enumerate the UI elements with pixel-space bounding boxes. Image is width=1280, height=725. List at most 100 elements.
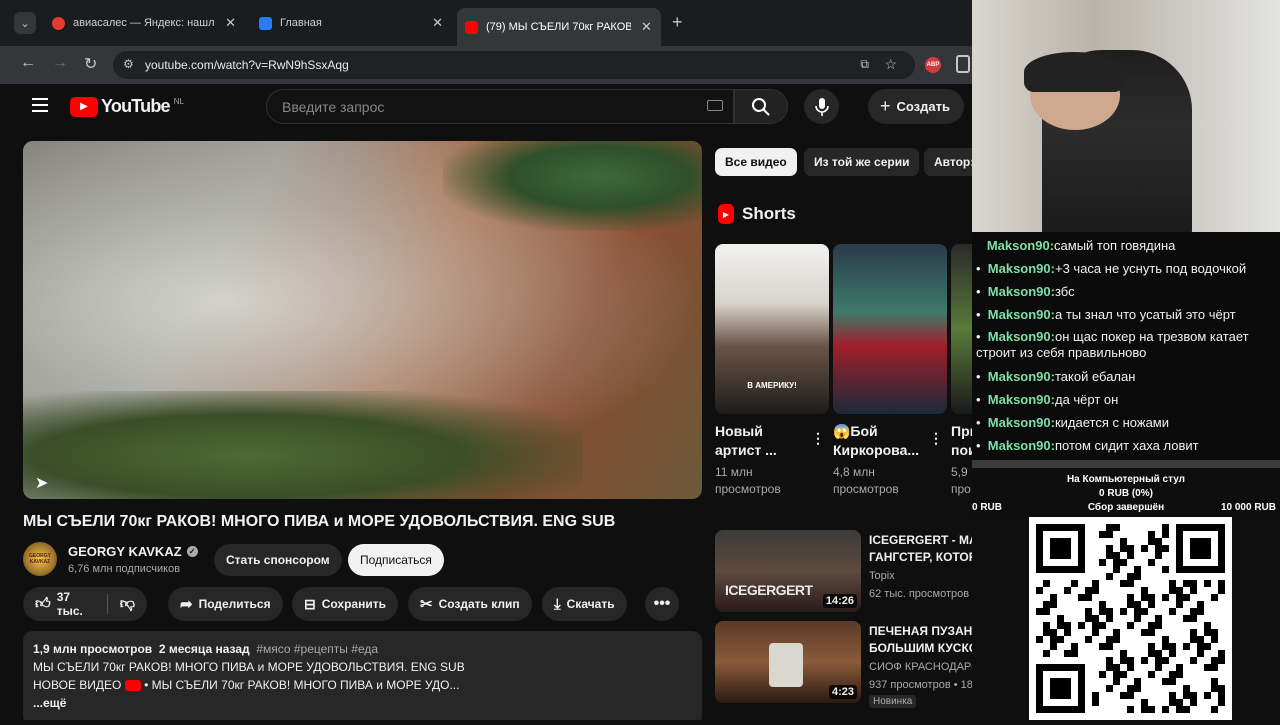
- channel-name-row[interactable]: GEORGY KAVKAZ ✓: [68, 544, 198, 559]
- reload-icon[interactable]: ↻: [84, 54, 97, 74]
- save-button[interactable]: ⊟ Сохранить: [292, 587, 398, 621]
- hashtags[interactable]: #мясо #рецепты #еда: [256, 642, 378, 656]
- close-tab-icon[interactable]: ✕: [432, 15, 443, 31]
- tab-search-chevron-icon[interactable]: ⌄: [14, 12, 36, 34]
- short-views-count: 11 млн: [715, 465, 753, 479]
- search-icon: [752, 97, 770, 116]
- video-duration: 14:26: [822, 594, 857, 608]
- more-actions-button[interactable]: •••: [645, 587, 679, 621]
- show-more-link[interactable]: ...ещё: [33, 694, 692, 712]
- create-button[interactable]: + Создать: [868, 89, 964, 124]
- address-bar[interactable]: ⚙ youtube.com/watch?v=RwN9hSsxAqg ⧉ ☆: [113, 51, 915, 79]
- chat-text: такой ебалан: [1054, 369, 1136, 384]
- upload-date: 2 месяца назад: [158, 642, 250, 656]
- voice-search-button[interactable]: [804, 89, 839, 124]
- short-views-unit: просмотров: [715, 482, 781, 496]
- chat-message: Makson90:самый топ говядина: [976, 234, 1276, 257]
- chip-all-videos[interactable]: Все видео: [715, 148, 797, 176]
- extensions-icon[interactable]: [956, 55, 970, 73]
- donation-current: 0 RUB (0%): [1099, 488, 1153, 499]
- chat-text: самый топ говядина: [1054, 238, 1176, 253]
- chat-message: • Makson90:збс: [976, 284, 1075, 299]
- adblock-extension-icon[interactable]: ABP: [925, 57, 941, 73]
- recommended-video[interactable]: ICEGERGERT 14:26 ICEGERGERT - МАЛ ГАНГСТ…: [715, 530, 972, 612]
- close-tab-icon[interactable]: ✕: [225, 15, 236, 31]
- tab-youtube-active[interactable]: (79) МЫ СЪЕЛИ 70кг РАКОВ! М ✕: [457, 8, 661, 46]
- chip-author[interactable]: Автор:: [924, 148, 972, 176]
- short-thumbnail[interactable]: [951, 244, 972, 414]
- divider: [106, 594, 108, 614]
- shorts-logo-icon: ▶: [718, 204, 734, 224]
- browser-tab-bar: ⌄ авиасалес — Яндекс: нашлось ✕ Главная …: [0, 0, 972, 46]
- menu-hamburger-icon[interactable]: [32, 98, 48, 112]
- short-more-icon[interactable]: ⋮: [811, 430, 825, 447]
- video-channel[interactable]: СИОФ КРАСНОДАРСК: [869, 661, 972, 673]
- donation-qr-code: [1029, 517, 1232, 720]
- region-code: NL: [173, 97, 184, 106]
- youtube-mini-icon: [124, 680, 141, 692]
- avatar-text: GEORGY KAVKAZ: [29, 553, 51, 565]
- bookmark-icon: ⊟: [304, 595, 316, 612]
- chat-username: Makson90:: [987, 392, 1055, 407]
- chip-same-series[interactable]: Из той же серии: [804, 148, 920, 176]
- chat-message: • Makson90:а ты знал что усатый это чёрт: [976, 307, 1236, 322]
- thumbnail-text: ICEGERGERT: [725, 582, 813, 598]
- bookmark-star-icon[interactable]: ☆: [884, 56, 897, 73]
- tab-aviasales[interactable]: авиасалес — Яндекс: нашлось ✕: [44, 8, 244, 38]
- youtube-wordmark: YouTube: [101, 96, 171, 116]
- install-app-icon[interactable]: ⧉: [860, 57, 869, 72]
- clip-button[interactable]: ✂ Создать клип: [408, 587, 532, 621]
- tab-title: авиасалес — Яндекс: нашлось: [73, 17, 215, 29]
- video-meta: 62 тыс. просмотров • 5: [869, 588, 972, 600]
- video-meta: 937 просмотров • 18: [869, 679, 972, 691]
- short-card[interactable]: При пои 5,9 про: [951, 244, 972, 498]
- short-card[interactable]: В АМЕРИКУ! Новый артист ... 11 млн просмот…: [715, 244, 829, 498]
- tab-home[interactable]: Главная ✕: [251, 8, 451, 38]
- recommended-video[interactable]: 4:23 ПЕЧЕНАЯ ПУЗАНИ БОЛЬШИМ КУСКО СИОФ К…: [715, 621, 972, 708]
- youtube-favicon-icon: [465, 20, 478, 34]
- close-tab-icon[interactable]: ✕: [641, 19, 652, 35]
- youtube-logo[interactable]: ▶ YouTube NL: [70, 96, 184, 117]
- short-more-icon[interactable]: ⋮: [929, 430, 943, 447]
- chat-message: • Makson90:кидается с ножами: [976, 415, 1170, 430]
- tab-title: (79) МЫ СЪЕЛИ 70кг РАКОВ! М: [486, 21, 631, 33]
- description-link-text[interactable]: • МЫ СЪЕЛИ 70кг РАКОВ! МНОГО ПИВА и МОРЕ…: [144, 678, 459, 692]
- like-thumb-icon[interactable]: 👍︎: [35, 595, 51, 613]
- new-badge: Новинка: [869, 695, 917, 708]
- site-info-icon[interactable]: ⚙: [123, 57, 134, 71]
- video-description[interactable]: 1,9 млн просмотров 2 месяца назад #мясо …: [23, 631, 702, 720]
- chip-label: Автор:: [934, 155, 972, 169]
- chat-text: збс: [1054, 284, 1075, 299]
- short-card[interactable]: 😱Бой Киркорова... 4,8 млн просмотров ⋮: [833, 244, 947, 498]
- search-input[interactable]: Введите запрос: [266, 89, 734, 124]
- like-count[interactable]: 37 тыс.: [57, 590, 95, 618]
- scissors-icon: ✂: [420, 596, 433, 613]
- chat-text: потом сидит хаха ловит: [1054, 438, 1199, 453]
- chat-username: Makson90:: [987, 415, 1055, 430]
- short-thumbnail[interactable]: [833, 244, 947, 414]
- clip-label: Создать клип: [438, 597, 520, 611]
- short-views: 4,8 млн просмотров: [833, 464, 947, 498]
- subscribe-button[interactable]: Подписаться: [348, 544, 444, 576]
- channel-avatar[interactable]: GEORGY KAVKAZ: [23, 542, 57, 576]
- forward-icon[interactable]: →: [52, 54, 68, 72]
- search-button[interactable]: [734, 89, 788, 124]
- video-channel[interactable]: Topix: [869, 570, 895, 582]
- sponsor-button[interactable]: Стать спонсором: [214, 544, 342, 576]
- search-placeholder: Введите запрос: [282, 98, 385, 115]
- new-tab-icon[interactable]: +: [672, 12, 683, 33]
- channel-name[interactable]: GEORGY KAVKAZ: [68, 544, 182, 559]
- keyboard-icon[interactable]: [707, 100, 723, 111]
- donation-title: На Компьютерный стул: [1066, 474, 1186, 485]
- like-dislike-group: 👍︎ 37 тыс. 👎︎: [23, 587, 147, 621]
- shorts-header: ▶ Shorts: [718, 204, 796, 224]
- back-icon[interactable]: ←: [20, 54, 36, 72]
- home-favicon-icon: [259, 16, 272, 30]
- download-icon: ⤓: [554, 595, 561, 613]
- dislike-thumb-icon[interactable]: 👎︎: [120, 595, 135, 613]
- download-button[interactable]: ⤓ Скачать: [542, 587, 627, 621]
- video-player[interactable]: ➤: [23, 141, 702, 499]
- share-button[interactable]: ➦ Поделиться: [168, 587, 283, 621]
- short-thumbnail[interactable]: В АМЕРИКУ!: [715, 244, 829, 414]
- chat-message: • Makson90:+3 часа не уснуть под водочко…: [976, 261, 1247, 276]
